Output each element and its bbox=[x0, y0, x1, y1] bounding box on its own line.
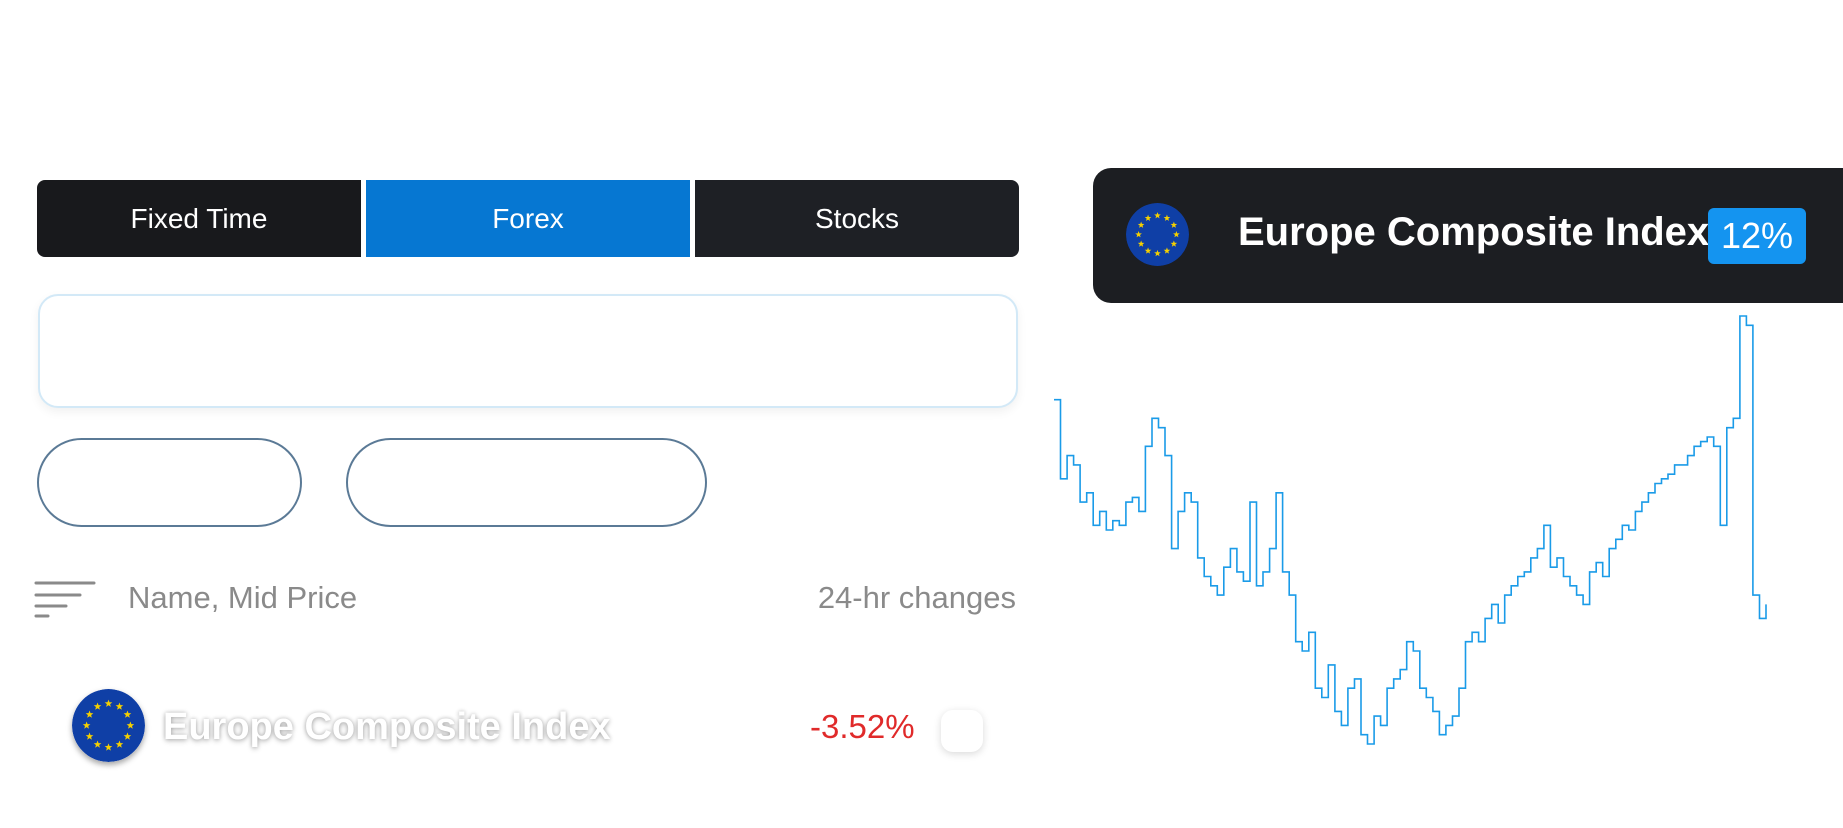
filter-pill-1[interactable] bbox=[37, 438, 302, 527]
search-box bbox=[38, 294, 1018, 408]
price-line-chart bbox=[1054, 315, 1767, 745]
list-item-change: -3.52% bbox=[810, 708, 915, 745]
eu-flag-icon bbox=[1126, 203, 1189, 266]
tab-forex[interactable]: Forex bbox=[366, 180, 690, 257]
column-header-change[interactable]: 24-hr changes bbox=[818, 580, 1016, 616]
tab-fixed-time[interactable]: Fixed Time bbox=[37, 180, 361, 257]
list-item[interactable]: Europe Composite Index -3.52% bbox=[60, 682, 990, 772]
list-item-action-button[interactable] bbox=[941, 710, 983, 752]
eu-flag-icon bbox=[72, 689, 145, 762]
tab-stocks[interactable]: Stocks bbox=[695, 180, 1019, 257]
chart-title: Europe Composite Index bbox=[1238, 210, 1710, 254]
filter-pill-2[interactable] bbox=[346, 438, 707, 527]
price-series-line bbox=[1054, 315, 1767, 745]
column-header-name[interactable]: Name, Mid Price bbox=[128, 580, 357, 616]
sort-lines-icon[interactable] bbox=[34, 580, 96, 618]
app-screen: Fixed Time Forex Stocks Name, Mid Price … bbox=[0, 0, 1843, 828]
list-item-name: Europe Composite Index bbox=[163, 706, 611, 748]
chart-percent-badge: 12% bbox=[1708, 208, 1806, 264]
search-input[interactable] bbox=[40, 296, 1016, 406]
market-tabs: Fixed Time Forex Stocks bbox=[37, 180, 1019, 257]
chart-header-card: Europe Composite Index 12% bbox=[1093, 168, 1843, 303]
